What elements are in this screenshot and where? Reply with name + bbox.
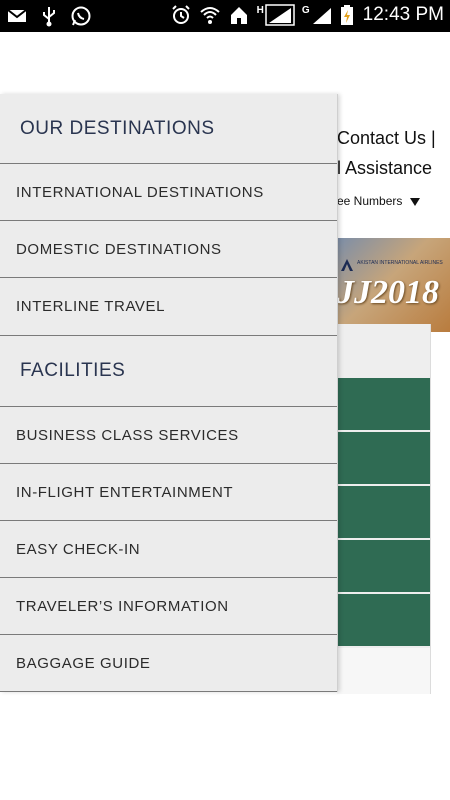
status-bar-right: H G 12:43 PM: [170, 4, 444, 26]
promo-banner[interactable]: AKISTAN INTERNATIONAL AIRLINES JJ2018: [337, 238, 450, 332]
assistance-link[interactable]: l Assistance: [337, 158, 432, 179]
usb-icon: [43, 7, 55, 27]
airline-logo-icon: [341, 259, 353, 271]
green-menu-button[interactable]: [337, 432, 430, 484]
toll-free-numbers-dropdown[interactable]: ee Numbers: [337, 194, 421, 208]
menu-item-in-flight-entertainment[interactable]: IN-FLIGHT ENTERTAINMENT: [0, 464, 337, 521]
signal-h-icon: [265, 4, 295, 26]
battery-charging-icon: [340, 5, 353, 25]
wifi-icon: [199, 7, 220, 24]
menu-item-easy-check-in[interactable]: EASY CHECK-IN: [0, 521, 337, 578]
alarm-icon: [171, 5, 190, 24]
menu-item-baggage-guide[interactable]: BAGGAGE GUIDE: [0, 635, 337, 692]
menu-item-interline-travel[interactable]: INTERLINE TRAVEL: [0, 278, 337, 336]
menu-item-business-class-services[interactable]: BUSINESS CLASS SERVICES: [0, 407, 337, 464]
contact-us-link[interactable]: Contact Us |: [337, 128, 436, 149]
navigation-drawer: OUR DESTINATIONS INTERNATIONAL DESTINATI…: [0, 94, 338, 692]
network-g-label: G: [301, 4, 310, 16]
toll-free-label: ee Numbers: [337, 194, 403, 208]
section-heading-facilities: FACILITIES: [0, 336, 337, 407]
whatsapp-icon: [71, 6, 91, 26]
signal-g-icon: [312, 8, 331, 24]
green-menu-button[interactable]: [337, 378, 430, 430]
panel-footer: [337, 648, 430, 694]
banner-year-text: JJ2018: [337, 274, 439, 311]
green-menu-button[interactable]: [337, 486, 430, 538]
menu-item-domestic-destinations[interactable]: DOMESTIC DESTINATIONS: [0, 221, 337, 278]
status-time: 12:43 PM: [362, 4, 444, 25]
home-icon: [230, 7, 247, 24]
status-bar: H G 12:43 PM: [0, 0, 450, 32]
section-heading-destinations: OUR DESTINATIONS: [0, 94, 337, 164]
status-bar-left: [6, 5, 92, 27]
caret-down-icon: [410, 197, 421, 206]
network-h-label: H: [256, 4, 264, 16]
green-menu-button[interactable]: [337, 540, 430, 592]
mail-icon: [7, 9, 27, 22]
green-menu-button[interactable]: [337, 594, 430, 646]
banner-airline-text: AKISTAN INTERNATIONAL AIRLINES: [357, 260, 443, 266]
menu-item-travelers-information[interactable]: TRAVELER’S INFORMATION: [0, 578, 337, 635]
menu-item-international-destinations[interactable]: INTERNATIONAL DESTINATIONS: [0, 164, 337, 221]
